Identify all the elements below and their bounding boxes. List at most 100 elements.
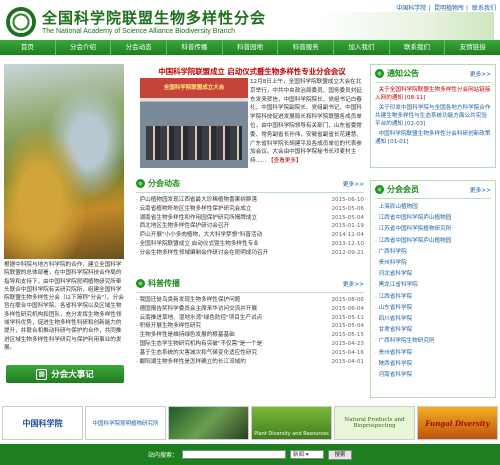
member-link[interactable]: 四川省科学院 xyxy=(375,314,491,325)
list-item[interactable]: 鄱阳湖生物多样性是怎样确立的长江流域的2015-04-01 xyxy=(136,358,364,367)
search-button[interactable]: 搜索 xyxy=(328,449,352,460)
nav-news[interactable]: 分会动态 xyxy=(111,40,168,55)
search-input[interactable] xyxy=(182,450,286,459)
branch-news-section: 分会动态 更多>> 庐山植物园发现江西省最大珍稀植物香果树群落2015-06-1… xyxy=(136,178,364,258)
members-box: 分会会员 更多>> 上海辰山植物园 江西省中国科学院庐山植物园 江苏省中国科学院… xyxy=(370,180,496,398)
member-link[interactable]: 河南省科学院 xyxy=(375,370,491,381)
news-text-block: 12月8日上午，全国科学院联盟成立大会在北京举行，中共中央政治局委员、国务委员刘… xyxy=(250,78,364,166)
nav-links[interactable]: 友情链接 xyxy=(445,40,500,55)
list-item[interactable]: 分会生物多样性领域编制会作研讨会在昆明成功召开2012-09-21 xyxy=(136,249,364,258)
notice-item[interactable]: 关于印发中国科学院与全国各地方科学院合作共建生物多样性与生态系统功能方面公共实验… xyxy=(375,104,491,128)
news-photo-people xyxy=(146,126,242,160)
nav-service[interactable]: 科普服务 xyxy=(278,40,335,55)
notice-item[interactable]: 关于全国科学院联盟生物多样性分会网站链接入网的通知 [08-11] xyxy=(375,86,491,102)
member-link[interactable]: 江西省中国科学院庐山植物园 xyxy=(375,236,491,247)
leaf-icon xyxy=(375,185,384,194)
member-link[interactable]: 贵州科学院 xyxy=(375,258,491,269)
news-photo[interactable]: 全国科学院联盟成立大会 xyxy=(140,78,248,168)
nav-home[interactable]: 首页 xyxy=(0,40,56,55)
branch-news-title: 分会动态 xyxy=(136,178,180,189)
member-link[interactable]: 江苏省中国科学院植物研究所 xyxy=(375,224,491,235)
top-links: 中国科学院 | 昆明植物所 | 联系我们 xyxy=(396,5,496,12)
search-bar: 站内搜索： 新闻 ▾ 搜索 xyxy=(0,444,500,465)
header-decoration xyxy=(318,12,494,40)
top-link-contact[interactable]: 联系我们 xyxy=(472,5,496,12)
events-button[interactable]: ▦ 分会大事记 xyxy=(6,365,124,383)
list-item[interactable]: 德国报告奖科学委员会主席来华访问交流并开展2015-06-04 xyxy=(136,305,364,314)
nav-garden[interactable]: 科普园地 xyxy=(223,40,279,55)
list-item[interactable]: 云南推进草地、湿地水湾"绿色防控"项目生产试点2015-05-11 xyxy=(136,314,364,323)
search-category-select[interactable]: 新闻 ▾ xyxy=(290,450,324,459)
member-link[interactable]: 上海辰山植物园 xyxy=(375,202,491,213)
nav-contact[interactable]: 联系我们 xyxy=(390,40,446,55)
member-link[interactable]: 广西科学院生物研究所 xyxy=(375,336,491,347)
member-link[interactable]: 黑龙江省科学院 xyxy=(375,280,491,291)
calendar-icon: ▦ xyxy=(36,368,48,380)
notices-title: 通知公告 xyxy=(375,68,419,79)
top-link-cas[interactable]: 中国科学院 xyxy=(396,5,426,12)
news-more-link[interactable]: 【查看更多】 xyxy=(268,158,302,164)
landscape-photo xyxy=(4,64,124,259)
member-link[interactable]: 江西省科学院 xyxy=(375,292,491,303)
popsci-list: 我国迁徙鸟类新发现生物多样性保护问题2015-08-06 德国报告奖科学委员会主… xyxy=(136,296,364,366)
divider xyxy=(375,198,491,199)
member-link[interactable]: 河北省科学院 xyxy=(375,269,491,280)
member-link[interactable]: 江西省中国科学院庐山植物园 xyxy=(375,213,491,224)
events-button-label: 分会大事记 xyxy=(51,370,94,380)
list-item[interactable]: 积极开展生物多样性研究2015-05-04 xyxy=(136,322,364,331)
nav-join[interactable]: 加入我们 xyxy=(334,40,390,55)
divider xyxy=(375,82,491,83)
branch-news-list: 庐山植物园发现江西省最大珍稀植物香果树群落2015-06-10 云南省植物所地区… xyxy=(136,196,364,258)
search-label: 站内搜索： xyxy=(147,452,178,459)
partner-logos: 中国科学院 中国科学院昆明植物研究所 Plant Diversity and R… xyxy=(2,406,498,440)
notices-more[interactable]: 更多>> xyxy=(470,69,491,78)
list-item[interactable]: 国际生态学生物研究机构有突破"不仅需"是一个是2015-04-23 xyxy=(136,340,364,349)
site-subtitle: The National Academy of Science Alliance… xyxy=(42,28,235,35)
list-item[interactable]: 庐山植物园发现江西省最大珍稀植物香果树群落2015-06-10 xyxy=(136,196,364,205)
leaf-icon xyxy=(136,279,145,288)
partner-logo-kib[interactable]: 中国科学院昆明植物研究所 xyxy=(85,406,166,440)
site-title: 全国科学院联盟生物多样性分会 xyxy=(42,9,267,27)
leaf-icon xyxy=(375,69,384,78)
notices-box: 通知公告 更多>> 关于全国科学院联盟生物多样性分会网站链接入网的通知 [08-… xyxy=(370,64,496,168)
list-item[interactable]: 云南省植物所地区生物多样性保护研究会成立2015-05-06 xyxy=(136,205,364,214)
headline-link[interactable]: 中国科学院联盟成立 启动仪式暨生物多样性专业分会会议 xyxy=(146,66,358,77)
notices-list: 关于全国科学院联盟生物多样性分会网站链接入网的通知 [08-11] 关于印发中国… xyxy=(375,86,491,146)
list-item[interactable]: 庐山开展"小小多肉植物，大大科学梦想"科普活动2014-12-04 xyxy=(136,231,364,240)
main-nav: 首页 分会介绍 分会动态 科普传播 科普园地 科普服务 加入我们 联系我们 友情… xyxy=(0,40,500,55)
branch-news-more[interactable]: 更多>> xyxy=(343,179,364,188)
partner-logo-npb[interactable]: Natural Products and Bioprospecting xyxy=(334,406,415,440)
nav-popsci[interactable]: 科普传播 xyxy=(167,40,223,55)
leaf-icon xyxy=(136,179,145,188)
branch-intro-text: 根据中科院与地方科学院的合作，建立全国科学院联盟的总体部署，在中国科学院科技合作… xyxy=(4,262,124,351)
list-item[interactable]: 全国科学院联盟成立 启动仪式暨生物多样性专业2013-12-10 xyxy=(136,240,364,249)
partner-logo-cas[interactable]: 中国科学院 xyxy=(2,406,83,440)
members-more[interactable]: 更多>> xyxy=(470,185,491,194)
divider xyxy=(136,292,364,293)
news-summary: 12月8日上午，全国科学院联盟成立大会在北京举行，中共中央政治局委员、国务委员刘… xyxy=(250,79,362,165)
members-list: 上海辰山植物园 江西省中国科学院庐山植物园 江苏省中国科学院植物研究所 江西省中… xyxy=(375,202,491,381)
list-item[interactable]: 西北地区生物多样性保护研讨会召开2015-01-19 xyxy=(136,222,364,231)
partner-logo-pdr[interactable]: Plant Diversity and Resources xyxy=(251,406,332,440)
members-title: 分会会员 xyxy=(375,184,419,195)
site-logo-emblem[interactable] xyxy=(6,7,36,37)
nav-intro[interactable]: 分会介绍 xyxy=(56,40,112,55)
partner-logo-nature[interactable] xyxy=(168,406,249,440)
member-link[interactable]: 甘肃省科学院 xyxy=(375,325,491,336)
list-item[interactable]: 基于生态系统的灾害减灾和气候变化适应性研究2015-04-16 xyxy=(136,349,364,358)
notice-item[interactable]: 中国科学院联盟生物多样性分会科研创新政策通知 [01-01] xyxy=(375,130,491,146)
partner-logo-fungal[interactable]: Fungal Diversity xyxy=(417,406,498,440)
popsci-more[interactable]: 更多>> xyxy=(343,279,364,288)
list-item[interactable]: 湖南省生物多样性和作用园保护研究所揭牌成立2015-05-04 xyxy=(136,214,364,223)
member-link[interactable]: 山东省科学院 xyxy=(375,303,491,314)
top-link-kib[interactable]: 昆明植物所 xyxy=(434,5,464,12)
popsci-title: 科普传播 xyxy=(136,278,180,289)
list-item[interactable]: 我国迁徙鸟类新发现生物多样性保护问题2015-08-06 xyxy=(136,296,364,305)
news-photo-banner: 全国科学院联盟成立大会 xyxy=(163,85,225,91)
popsci-section: 科普传播 更多>> 我国迁徙鸟类新发现生物多样性保护问题2015-08-06 德… xyxy=(136,278,364,366)
member-link[interactable]: 陕西省科学院 xyxy=(375,359,491,370)
list-item[interactable]: 生物多样性是维持绿色发展的根基基础2015-05-15 xyxy=(136,331,364,340)
divider xyxy=(136,192,364,193)
member-link[interactable]: 广西科学院 xyxy=(375,247,491,258)
member-link[interactable]: 贵州省科学院 xyxy=(375,348,491,359)
